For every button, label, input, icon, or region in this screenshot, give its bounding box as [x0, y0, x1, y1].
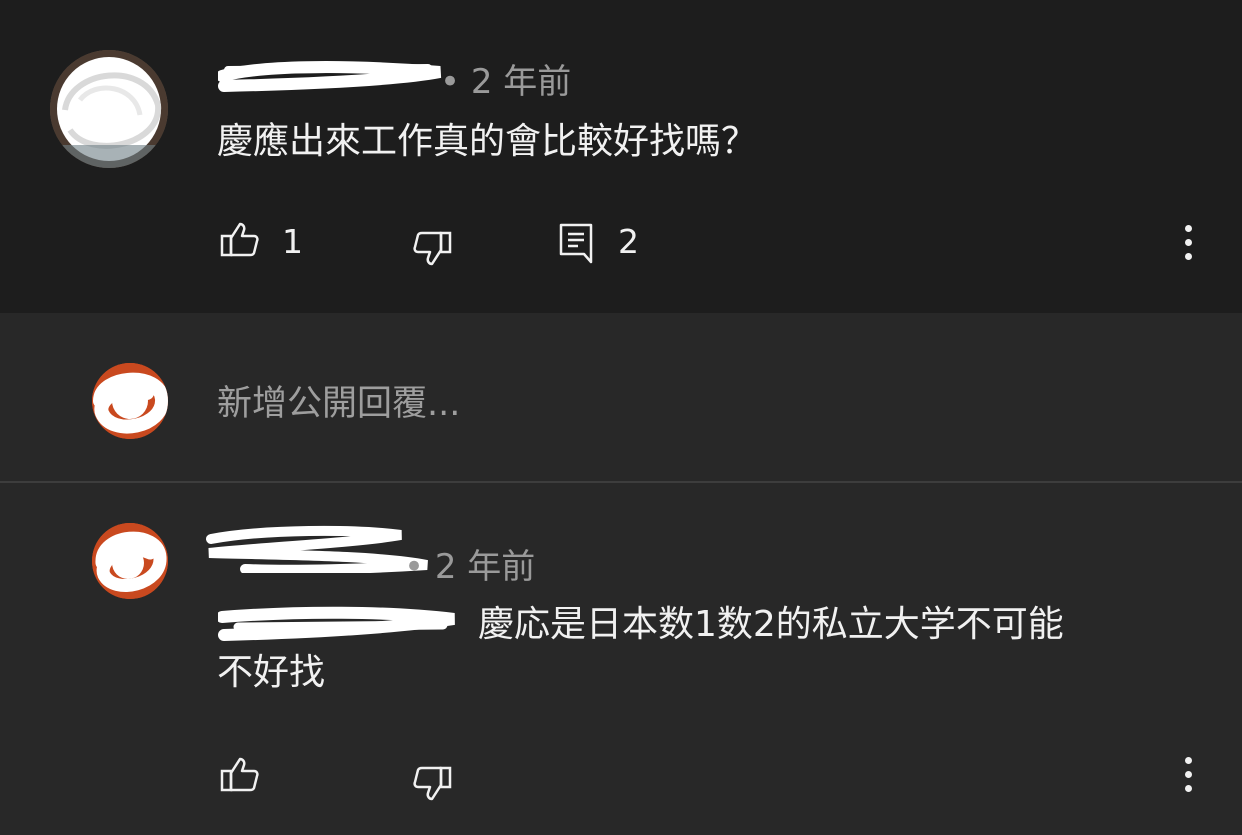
- avatar[interactable]: [92, 523, 168, 599]
- like-button[interactable]: [220, 755, 260, 795]
- redacted-username: [216, 58, 446, 92]
- comment-menu-button[interactable]: [1178, 225, 1198, 267]
- comment-card: • 2 年前 慶應出來工作真的會比較好找嗎？ 1 2: [0, 0, 1242, 313]
- reply-text-line1: 慶応是日本数1数2的私立大学不可能: [478, 604, 1064, 645]
- redacted-mention: [216, 605, 460, 645]
- more-vertical-icon: [1184, 757, 1192, 764]
- reply-menu-button[interactable]: [1178, 757, 1198, 799]
- reply-input[interactable]: 新增公開回覆...: [217, 375, 460, 426]
- thumbs-down-icon: [413, 231, 452, 266]
- reply-time: • 2 年前: [404, 547, 536, 587]
- current-user-avatar[interactable]: [92, 363, 168, 439]
- thumbs-up-icon: [220, 757, 259, 792]
- dislike-button[interactable]: [412, 763, 452, 803]
- redacted-username: [205, 525, 433, 575]
- reply-text-line2: 不好找: [217, 652, 326, 693]
- thumbs-up-icon: [220, 222, 259, 257]
- comment-icon: [559, 223, 593, 264]
- avatar[interactable]: [50, 50, 168, 168]
- like-button[interactable]: [220, 220, 260, 260]
- reply-card: • 2 年前 慶応是日本数1数2的私立大学不可能 不好找: [0, 483, 1242, 835]
- reply-count[interactable]: 2: [618, 222, 639, 261]
- dislike-button[interactable]: [412, 228, 452, 268]
- reply-input-row: 新增公開回覆...: [0, 313, 1242, 481]
- reply-button[interactable]: [558, 222, 594, 264]
- like-count: 1: [282, 222, 303, 261]
- comment-text: 慶應出來工作真的會比較好找嗎？: [217, 121, 758, 162]
- thumbs-down-icon: [413, 766, 452, 801]
- more-vertical-icon: [1184, 225, 1192, 232]
- comment-time: • 2 年前: [440, 62, 572, 102]
